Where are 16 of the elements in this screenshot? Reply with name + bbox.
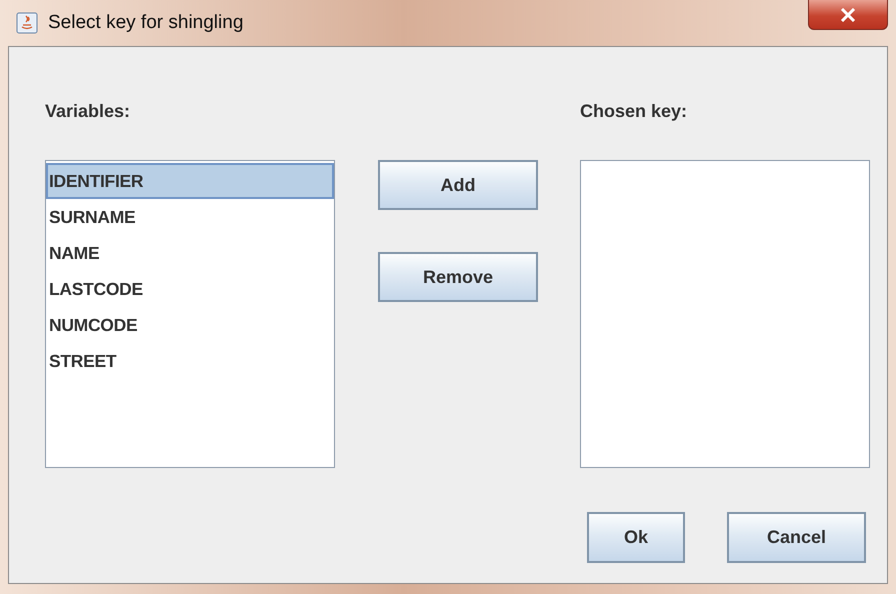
list-item[interactable]: STREET [46, 343, 334, 379]
close-button[interactable] [808, 0, 888, 30]
list-item[interactable]: LASTCODE [46, 271, 334, 307]
list-item[interactable]: NAME [46, 235, 334, 271]
cancel-button[interactable]: Cancel [727, 512, 866, 563]
variables-label: Variables: [45, 101, 132, 121]
list-item[interactable]: SURNAME [46, 199, 334, 235]
chosen-key-label: Chosen key: [580, 101, 688, 121]
add-button[interactable]: Add [378, 160, 538, 210]
window-title: Select key for shingling [48, 10, 244, 35]
app-icon [16, 12, 38, 34]
ok-button[interactable]: Ok [587, 512, 685, 563]
list-item[interactable]: NUMCODE [46, 307, 334, 343]
list-item[interactable]: IDENTIFIER [46, 163, 334, 199]
remove-button[interactable]: Remove [378, 252, 538, 302]
close-icon [840, 8, 856, 22]
